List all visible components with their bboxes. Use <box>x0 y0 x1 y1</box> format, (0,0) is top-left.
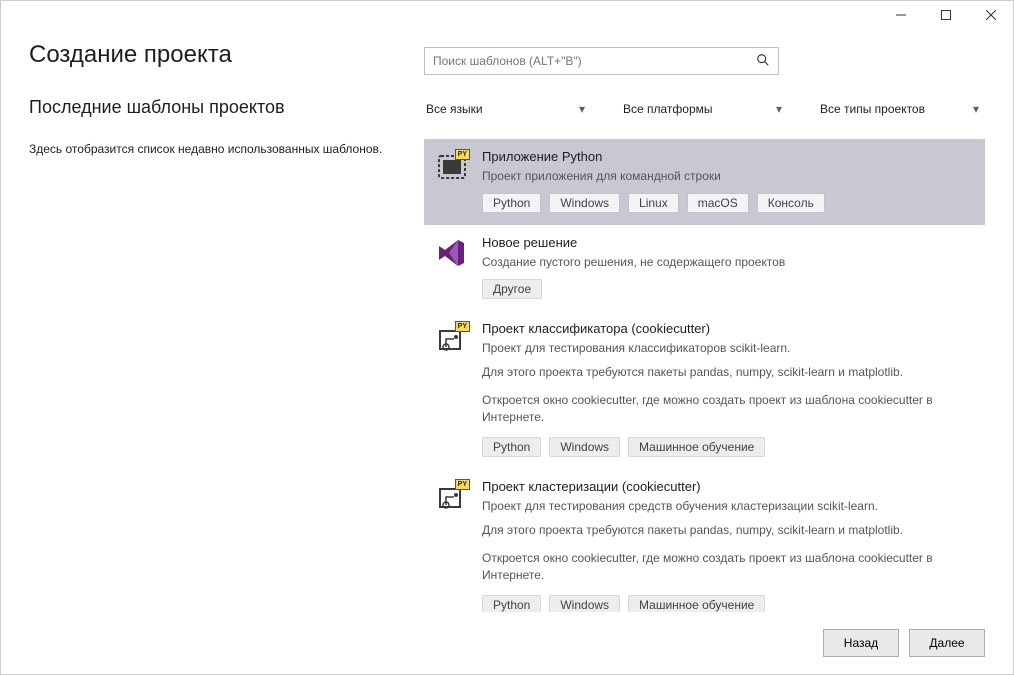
template-body: Проект кластеризации (cookiecutter) Проек… <box>482 479 973 612</box>
titlebar <box>1 1 1013 31</box>
page-title: Создание проекта <box>29 41 404 69</box>
filter-project-type-label: Все типы проектов <box>820 102 925 116</box>
filter-platform[interactable]: Все платформы ▾ <box>621 97 788 121</box>
template-tag: Windows <box>549 595 620 612</box>
template-tags: Python Windows Машинное обучение <box>482 595 973 612</box>
recent-templates-empty: Здесь отобразится список недавно использ… <box>29 140 404 158</box>
template-tag: Машинное обучение <box>628 595 765 612</box>
chevron-down-icon: ▾ <box>973 102 979 116</box>
python-ml-icon: PY <box>436 323 468 355</box>
template-description: Проект приложения для командной строки <box>482 168 973 185</box>
template-title: Новое решение <box>482 235 973 250</box>
next-button[interactable]: Далее <box>909 629 985 657</box>
template-tag: Другое <box>482 279 542 299</box>
template-paragraph: Откроется окно cookiecutter, где можно с… <box>482 550 973 585</box>
back-button[interactable]: Назад <box>823 629 899 657</box>
template-body: Проект классификатора (cookiecutter) Прое… <box>482 321 973 457</box>
template-item[interactable]: Новое решение Создание пустого решения, н… <box>424 225 985 311</box>
template-title: Проект кластеризации (cookiecutter) <box>482 479 973 494</box>
template-description: Создание пустого решения, не содержащего… <box>482 254 973 271</box>
templates-list: PY Приложение Python Проект приложения для… <box>424 139 985 612</box>
python-ml-icon: PY <box>436 481 468 513</box>
template-tag: Linux <box>628 193 679 213</box>
search-box[interactable] <box>424 47 779 75</box>
close-button[interactable] <box>968 1 1013 29</box>
filter-language-label: Все языки <box>426 102 483 116</box>
template-tags: Другое <box>482 279 973 299</box>
template-body: Новое решение Создание пустого решения, н… <box>482 235 973 299</box>
template-description: Проект для тестирования средств обучения… <box>482 498 973 515</box>
template-paragraph: Откроется окно cookiecutter, где можно с… <box>482 392 973 427</box>
python-app-icon: PY <box>436 151 468 183</box>
template-description: Проект для тестирования классификаторов … <box>482 340 973 357</box>
template-body: Приложение Python Проект приложения для к… <box>482 149 973 213</box>
template-paragraph: Для этого проекта требуются пакеты panda… <box>482 522 973 539</box>
template-title: Проект классификатора (cookiecutter) <box>482 321 973 336</box>
template-tag: macOS <box>687 193 749 213</box>
template-tag: Windows <box>549 193 620 213</box>
template-tag: Python <box>482 193 541 213</box>
template-tags: Python Windows Linux macOS Консоль <box>482 193 973 213</box>
right-column: Все языки ▾ Все платформы ▾ Все типы про… <box>424 31 985 612</box>
chevron-down-icon: ▾ <box>579 102 585 116</box>
template-tag: Консоль <box>757 193 825 213</box>
template-item[interactable]: PY Приложение Python Проект приложения для… <box>424 139 985 225</box>
template-item[interactable]: PYПроект кластеризации (cookiecutter)Про… <box>424 469 985 612</box>
left-column: Создание проекта Последние шаблоны проек… <box>29 31 424 612</box>
template-tag: Python <box>482 595 541 612</box>
template-title: Приложение Python <box>482 149 973 164</box>
filter-platform-label: Все платформы <box>623 102 713 116</box>
footer: Назад Далее <box>1 612 1013 674</box>
maximize-button[interactable] <box>923 1 968 29</box>
vs-solution-icon <box>436 237 468 269</box>
template-tags: Python Windows Машинное обучение <box>482 437 973 457</box>
recent-templates-heading: Последние шаблоны проектов <box>29 97 404 118</box>
template-tag: Машинное обучение <box>628 437 765 457</box>
template-tag: Python <box>482 437 541 457</box>
template-tag: Windows <box>549 437 620 457</box>
template-paragraph: Для этого проекта требуются пакеты panda… <box>482 364 973 381</box>
chevron-down-icon: ▾ <box>776 102 782 116</box>
search-icon[interactable] <box>756 53 772 69</box>
template-item[interactable]: PYПроект классификатора (cookiecutter)Пр… <box>424 311 985 469</box>
search-input[interactable] <box>433 54 756 68</box>
filter-language[interactable]: Все языки ▾ <box>424 97 591 121</box>
filter-project-type[interactable]: Все типы проектов ▾ <box>818 97 985 121</box>
minimize-button[interactable] <box>878 1 923 29</box>
